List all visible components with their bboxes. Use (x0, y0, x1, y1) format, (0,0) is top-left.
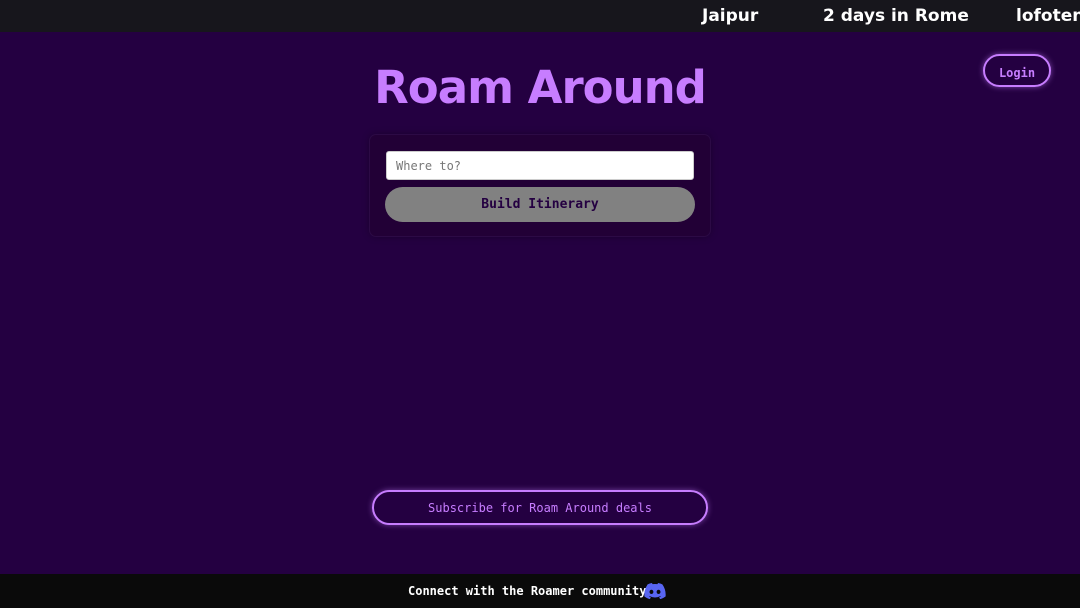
footer: Connect with the Roamer community (0, 574, 1080, 608)
community-text: Connect with the Roamer community (408, 584, 647, 598)
ticker-item-rome[interactable]: 2 days in Rome (823, 0, 969, 32)
page-title: Roam Around (374, 61, 707, 114)
ticker-item-jaipur[interactable]: Jaipur (702, 0, 758, 32)
destination-input[interactable] (386, 151, 694, 180)
build-itinerary-button[interactable]: Build Itinerary (385, 187, 695, 222)
subscribe-button[interactable]: Subscribe for Roam Around deals (372, 490, 708, 525)
ticker-item-lofoten[interactable]: lofoten (1016, 0, 1080, 32)
itinerary-form: Build Itinerary (370, 135, 710, 236)
discord-icon[interactable] (644, 583, 666, 599)
destination-ticker: Jaipur 2 days in Rome lofoten (0, 0, 1080, 32)
